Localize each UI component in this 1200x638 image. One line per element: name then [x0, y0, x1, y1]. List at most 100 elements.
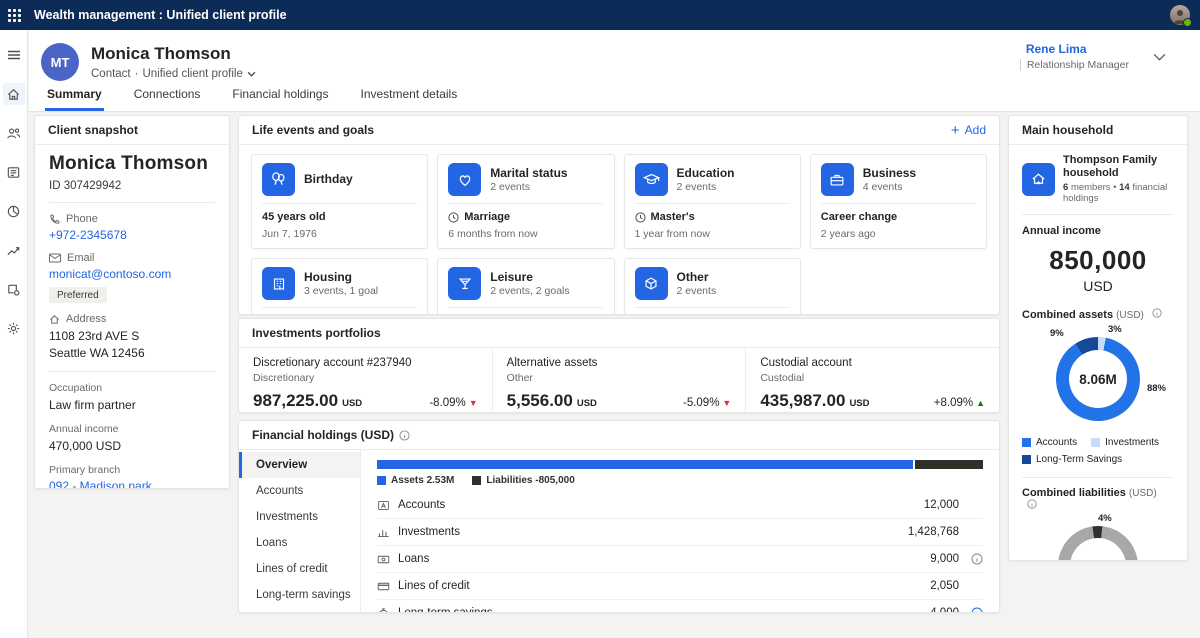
holdings-tab-loans[interactable]: Loans	[239, 530, 360, 556]
hamburger-menu-icon[interactable]	[3, 44, 25, 66]
holdings-tab-overview[interactable]: Overview	[239, 452, 360, 478]
life-event-card-education[interactable]: Education2 events Master's 1 year from n…	[624, 154, 801, 249]
holdings-row-loans[interactable]: Loans 9,000	[377, 546, 983, 573]
pie-chart-icon[interactable]	[3, 200, 25, 222]
briefcase-icon	[821, 163, 854, 196]
preferred-badge: Preferred	[49, 287, 107, 303]
household-annual-income-currency: USD	[1022, 278, 1174, 294]
waffle-menu-icon[interactable]	[0, 9, 28, 22]
record-subtitle[interactable]: Contact · Unified client profile	[91, 68, 256, 80]
holdings-row-accounts[interactable]: Accounts 12,000	[377, 492, 983, 519]
life-event-card-other[interactable]: Other2 events Other 1 year ago	[624, 258, 801, 315]
people-icon[interactable]	[3, 122, 25, 144]
phone-link[interactable]: +972-2345678	[49, 228, 215, 242]
portfolio-amount: 987,225.00	[253, 391, 338, 411]
life-events-title: Life events and goals	[252, 123, 374, 137]
holdings-row-lines-of-credit[interactable]: Lines of credit 2,050	[377, 573, 983, 600]
main-household-title: Main household	[1022, 123, 1113, 137]
up-triangle-icon: ▲	[976, 398, 985, 408]
household-annual-income-label: Annual income	[1022, 225, 1174, 237]
news-icon[interactable]	[3, 161, 25, 183]
assets-legend-swatch	[377, 476, 386, 485]
combined-liabilities-total: 4.92M	[1080, 559, 1116, 562]
credit-card-icon	[377, 580, 390, 593]
balloons-icon	[262, 163, 295, 196]
branch-link-1[interactable]: 092 - Madison park	[49, 479, 215, 489]
assets-bar-segment	[377, 460, 913, 469]
household-record[interactable]: Thompson Family household 6 members • 14…	[1022, 154, 1174, 204]
app-top-bar: Wealth management : Unified client profi…	[0, 0, 1200, 30]
holdings-row-investments[interactable]: Investments 1,428,768	[377, 519, 983, 546]
down-triangle-icon: ▼	[722, 398, 731, 408]
cube-icon	[635, 267, 668, 300]
relationship-manager-name[interactable]: Rene Lima	[1026, 42, 1129, 56]
life-event-card-housing[interactable]: Housing3 events, 1 goal Goal Purchase a …	[251, 258, 428, 315]
email-link[interactable]: monicat@contoso.com	[49, 267, 215, 281]
plus-icon: +	[951, 123, 960, 138]
combined-assets-donut: 8.06M	[1056, 337, 1140, 421]
assets-pct-label-accounts: 88%	[1147, 383, 1166, 394]
contact-initials-avatar: MT	[41, 43, 79, 81]
portfolios-title: Investments portfolios	[252, 326, 381, 340]
holdings-tab-long-term-savings[interactable]: Long-term savings	[239, 582, 360, 608]
portfolio-discretionary[interactable]: Discretionary account #237940 Discretion…	[239, 348, 492, 413]
tab-summary[interactable]: Summary	[45, 87, 104, 111]
line-chart-icon[interactable]	[3, 239, 25, 261]
tab-connections[interactable]: Connections	[132, 87, 203, 111]
portfolio-alternative-assets[interactable]: Alternative assets Other 5,556.00 USD -5…	[492, 348, 746, 413]
assets-pct-label-investments: 3%	[1108, 324, 1122, 335]
life-event-card-leisure[interactable]: Leisure2 events, 2 goals Goal Vacation 8…	[437, 258, 614, 315]
info-icon[interactable]	[971, 607, 983, 613]
combined-liabilities-label: Combined liabilities(USD)	[1022, 487, 1174, 512]
address-line-2: Seattle WA 12456	[49, 345, 215, 361]
address-line-1: 1108 23rd AVE S	[49, 328, 215, 344]
relationship-manager-selector[interactable]: Rene Lima Relationship Manager	[1026, 42, 1166, 71]
assets-liabilities-bar	[377, 460, 983, 469]
down-triangle-icon: ▼	[469, 398, 478, 408]
clock-icon	[448, 212, 459, 223]
contact-name: Monica Thomson	[91, 44, 231, 64]
financial-holdings-card: Financial holdings (USD) Overview Accoun…	[238, 420, 1000, 613]
life-event-card-birthday[interactable]: Birthday 45 years old Jun 7, 1976	[251, 154, 428, 249]
heart-icon	[448, 163, 481, 196]
life-event-card-business[interactable]: Business4 events Career change 2 years a…	[810, 154, 987, 249]
cocktail-icon	[448, 267, 481, 300]
add-life-event-button[interactable]: + Add	[951, 123, 986, 138]
investments-portfolios-card: Investments portfolios Discretionary acc…	[238, 318, 1000, 413]
app-title: Wealth management : Unified client profi…	[34, 8, 287, 22]
holdings-tab-lines-of-credit[interactable]: Lines of credit	[239, 556, 360, 582]
assets-legend-item: Assets 2.53M	[377, 475, 454, 486]
holdings-row-long-term-savings[interactable]: Long-term savings 4,000	[377, 600, 983, 613]
graduation-cap-icon	[635, 163, 668, 196]
combined-assets-label: Combined assets(USD)	[1022, 308, 1174, 321]
portfolio-amount: 5,556.00	[507, 391, 573, 411]
tab-financial-holdings[interactable]: Financial holdings	[230, 87, 330, 111]
home-icon[interactable]	[3, 83, 25, 105]
email-icon	[49, 253, 61, 263]
primary-branch-label: Primary branch	[49, 464, 215, 476]
tab-investment-details[interactable]: Investment details	[358, 87, 459, 111]
settings-gear-icon[interactable]	[3, 317, 25, 339]
holdings-tab-list: Overview Accounts Investments Loans Line…	[239, 450, 361, 613]
building-icon	[262, 267, 295, 300]
contact-id: ID 307429942	[49, 180, 215, 192]
holdings-tab-accounts[interactable]: Accounts	[239, 478, 360, 504]
info-icon[interactable]	[971, 553, 983, 565]
assets-pct-label-long-term-savings: 9%	[1050, 328, 1064, 339]
life-event-card-marital-status[interactable]: Marital status2 events Marriage 6 months…	[437, 154, 614, 249]
snapshot-contact-name: Monica Thomson	[49, 153, 215, 175]
data-box-icon[interactable]	[3, 278, 25, 300]
entity-type: Contact	[91, 68, 131, 80]
phone-label-row: Phone	[49, 213, 215, 225]
record-tabs: Summary Connections Financial holdings I…	[45, 87, 459, 111]
portfolio-custodial[interactable]: Custodial account Custodial 435,987.00 U…	[745, 348, 999, 413]
info-icon[interactable]	[1152, 308, 1162, 318]
chevron-down-icon[interactable]	[1153, 53, 1166, 61]
email-label-row: Email	[49, 252, 215, 264]
occupation-value: Law firm partner	[49, 397, 215, 413]
long-term-savings-legend-swatch	[1022, 455, 1031, 464]
client-snapshot-header: Client snapshot	[35, 116, 229, 145]
info-icon[interactable]	[399, 430, 410, 441]
holdings-tab-investments[interactable]: Investments	[239, 504, 360, 530]
info-icon[interactable]	[1027, 499, 1037, 509]
